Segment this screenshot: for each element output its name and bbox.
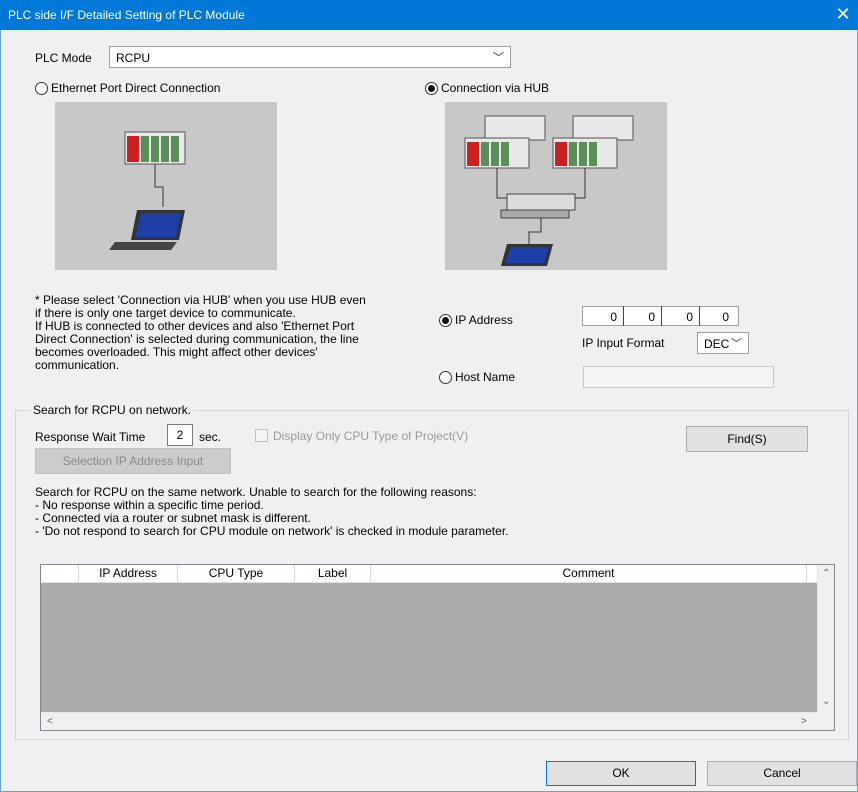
direct-connection-image [55,102,277,270]
ip-separator [699,306,703,326]
direct-connection-radio[interactable] [35,82,48,95]
ip-separator [623,306,627,326]
cancel-button[interactable]: Cancel [707,761,857,786]
ip-address-label[interactable]: IP Address [455,313,513,327]
results-table[interactable]: IP Address CPU Type Label Comment ⌃ ⌄ < … [40,564,835,731]
response-wait-label: Response Wait Time [35,430,146,444]
horizontal-scrollbar[interactable]: < > [41,712,817,730]
plc-mode-select[interactable]: RCPU ﹀ [109,46,511,68]
scroll-right-icon[interactable]: > [801,716,807,727]
title-bar: PLC side I/F Detailed Setting of PLC Mod… [0,0,858,30]
scroll-up-icon[interactable]: ⌃ [822,568,830,579]
host-name-input[interactable] [583,366,774,388]
column-header-index[interactable] [41,565,79,583]
table-header: IP Address CPU Type Label Comment [41,565,817,583]
plc-mode-label: PLC Mode [35,51,92,65]
ip-octet[interactable]: 0 [673,310,693,324]
find-button[interactable]: Find(S) [686,426,808,452]
response-wait-unit: sec. [199,430,222,444]
hub-connection-image [445,102,667,270]
ip-format-label: IP Input Format [582,336,665,350]
hub-connection-label[interactable]: Connection via HUB [441,81,549,95]
direct-connection-label[interactable]: Ethernet Port Direct Connection [51,81,220,95]
chevron-down-icon: ﹀ [493,52,504,64]
response-wait-input[interactable]: 2 [167,424,193,446]
ip-octet[interactable]: 0 [597,310,617,324]
selection-ip-button[interactable]: Selection IP Address Input [35,448,231,474]
scroll-left-icon[interactable]: < [47,716,53,727]
column-header-ip[interactable]: IP Address [79,565,178,583]
ip-octet[interactable]: 0 [709,310,729,324]
ip-separator [661,306,665,326]
ip-address-radio[interactable] [439,314,452,327]
window-title: PLC side I/F Detailed Setting of PLC Mod… [8,8,245,22]
column-header-cpu[interactable]: CPU Type [178,565,295,583]
plc-mode-value: RCPU [116,51,151,65]
ok-button[interactable]: OK [546,761,696,786]
ip-format-value: DEC [704,337,730,351]
ip-address-field[interactable]: 0 0 0 0 [582,306,739,326]
display-only-label[interactable]: Display Only CPU Type of Project(V) [273,429,468,443]
scroll-down-icon[interactable]: ⌄ [822,696,830,707]
close-icon[interactable]: ✕ [828,0,858,30]
note-line: communication. [35,358,120,372]
search-group-title: Search for RCPU on network. [31,403,194,417]
hub-connection-radio[interactable] [425,82,438,95]
display-only-checkbox[interactable] [255,429,268,442]
ip-octet[interactable]: 0 [635,310,655,324]
dialog-body: PLC Mode RCPU ﹀ Ethernet Port Direct Con… [0,30,858,792]
host-name-radio[interactable] [439,371,452,384]
ip-format-select[interactable]: DEC ﹀ [697,332,749,354]
chevron-down-icon: ﹀ [731,338,742,350]
vertical-scrollbar[interactable]: ⌃ ⌄ [817,565,834,712]
info-line: - 'Do not respond to search for CPU modu… [35,524,509,538]
search-info: Search for RCPU on the same network. Una… [35,486,815,538]
column-header-comment[interactable]: Comment [371,565,807,583]
scroll-corner [817,712,834,730]
hub-note: * Please select 'Connection via HUB' whe… [35,294,415,372]
host-name-label[interactable]: Host Name [455,370,515,384]
column-header-label[interactable]: Label [295,565,371,583]
